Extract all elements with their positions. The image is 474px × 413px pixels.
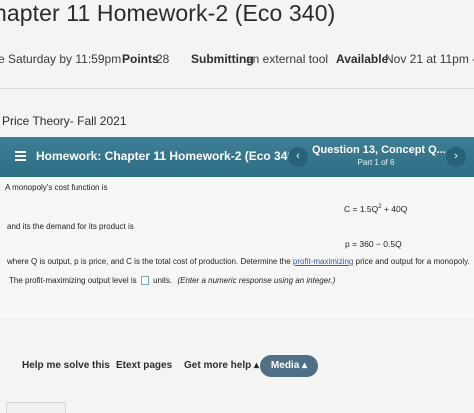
prev-question-button[interactable]: ‹ bbox=[288, 147, 308, 167]
answer-hint: (Enter a numeric response using an integ… bbox=[177, 276, 336, 285]
chevron-right-icon: › bbox=[454, 150, 458, 162]
available-label: Available bbox=[336, 52, 389, 66]
available-value: Nov 21 at 11pm - N bbox=[385, 52, 474, 66]
get-more-help-button[interactable]: Get more help ▴ bbox=[184, 360, 259, 371]
answer-input[interactable] bbox=[140, 276, 149, 286]
chevron-left-icon: ‹ bbox=[296, 150, 300, 162]
etext-pages-button[interactable]: Etext pages bbox=[116, 360, 172, 371]
cost-equation: C = 1.5Q2 + 40Q bbox=[344, 204, 408, 214]
profit-maximizing-link[interactable]: profit-maximizing bbox=[293, 257, 353, 266]
menu-icon[interactable] bbox=[15, 151, 26, 161]
points-label: Points bbox=[122, 52, 159, 66]
submitting-value: an external tool bbox=[246, 52, 329, 66]
next-question-button[interactable]: › bbox=[446, 147, 466, 167]
homework-title: Homework: Chapter 11 Homework-2 (Eco 340… bbox=[36, 149, 299, 163]
due-date: e Saturday by 11:59pm bbox=[0, 52, 122, 66]
demand-equation: p = 360 − 0.5Q bbox=[345, 239, 402, 249]
cost-intro: A monopoly's cost function is bbox=[5, 183, 108, 192]
page-title: hapter 11 Homework-2 (Eco 340) bbox=[0, 0, 336, 26]
question-title[interactable]: Question 13, Concept Q... bbox=[312, 144, 446, 156]
submitting-label: Submitting bbox=[191, 52, 254, 66]
course-title: Price Theory- Fall 2021 bbox=[2, 114, 127, 128]
footer-tab bbox=[6, 402, 66, 413]
homework-bar: Homework: Chapter 11 Homework-2 (Eco 340… bbox=[0, 137, 474, 177]
demand-intro: and its the demand for its product is bbox=[7, 222, 134, 231]
question-content: A monopoly's cost function is C = 1.5Q2 … bbox=[0, 177, 474, 317]
points-value: 28 bbox=[156, 52, 170, 66]
help-me-solve-button[interactable]: Help me solve this bbox=[22, 360, 110, 371]
bottom-toolbar: Help me solve this Etext pages Get more … bbox=[0, 343, 474, 393]
media-button[interactable]: Media ▴ bbox=[260, 355, 318, 377]
divider bbox=[0, 88, 474, 89]
question-part: Part 1 of 6 bbox=[357, 158, 395, 167]
answer-line: The profit-maximizing output level is un… bbox=[9, 276, 336, 286]
instruction: where Q is output, p is price, and C is … bbox=[7, 257, 470, 266]
